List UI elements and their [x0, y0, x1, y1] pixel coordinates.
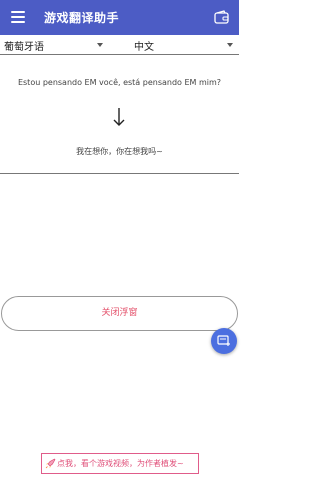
add-window-icon [217, 335, 230, 346]
chevron-down-icon[interactable] [227, 43, 233, 47]
rocket-icon [45, 458, 56, 469]
promo-text: 点我，看个游戏视频，为作者植发~ [57, 459, 184, 468]
source-language-select[interactable]: 葡萄牙语 [4, 38, 44, 53]
language-selector-row: 葡萄牙语 中文 [0, 35, 239, 55]
add-window-fab[interactable] [211, 328, 237, 354]
chevron-down-icon[interactable] [97, 43, 103, 47]
app-title: 游戏翻译助手 [44, 11, 120, 25]
target-language-select[interactable]: 中文 [134, 38, 154, 53]
app-bar: 游戏翻译助手 [0, 0, 239, 35]
promo-banner[interactable]: 点我，看个游戏视频，为作者植发~ [41, 453, 199, 474]
arrow-down-icon [113, 108, 125, 126]
close-float-window-button[interactable]: 关闭浮窗 [1, 296, 238, 331]
source-text: Estou pensando EM você, está pensando EM… [17, 78, 222, 87]
wallet-icon[interactable] [214, 10, 229, 24]
translated-text: 我在想你，你在想我吗~ [76, 147, 163, 156]
divider [0, 173, 239, 174]
hamburger-menu-icon[interactable] [11, 11, 25, 23]
